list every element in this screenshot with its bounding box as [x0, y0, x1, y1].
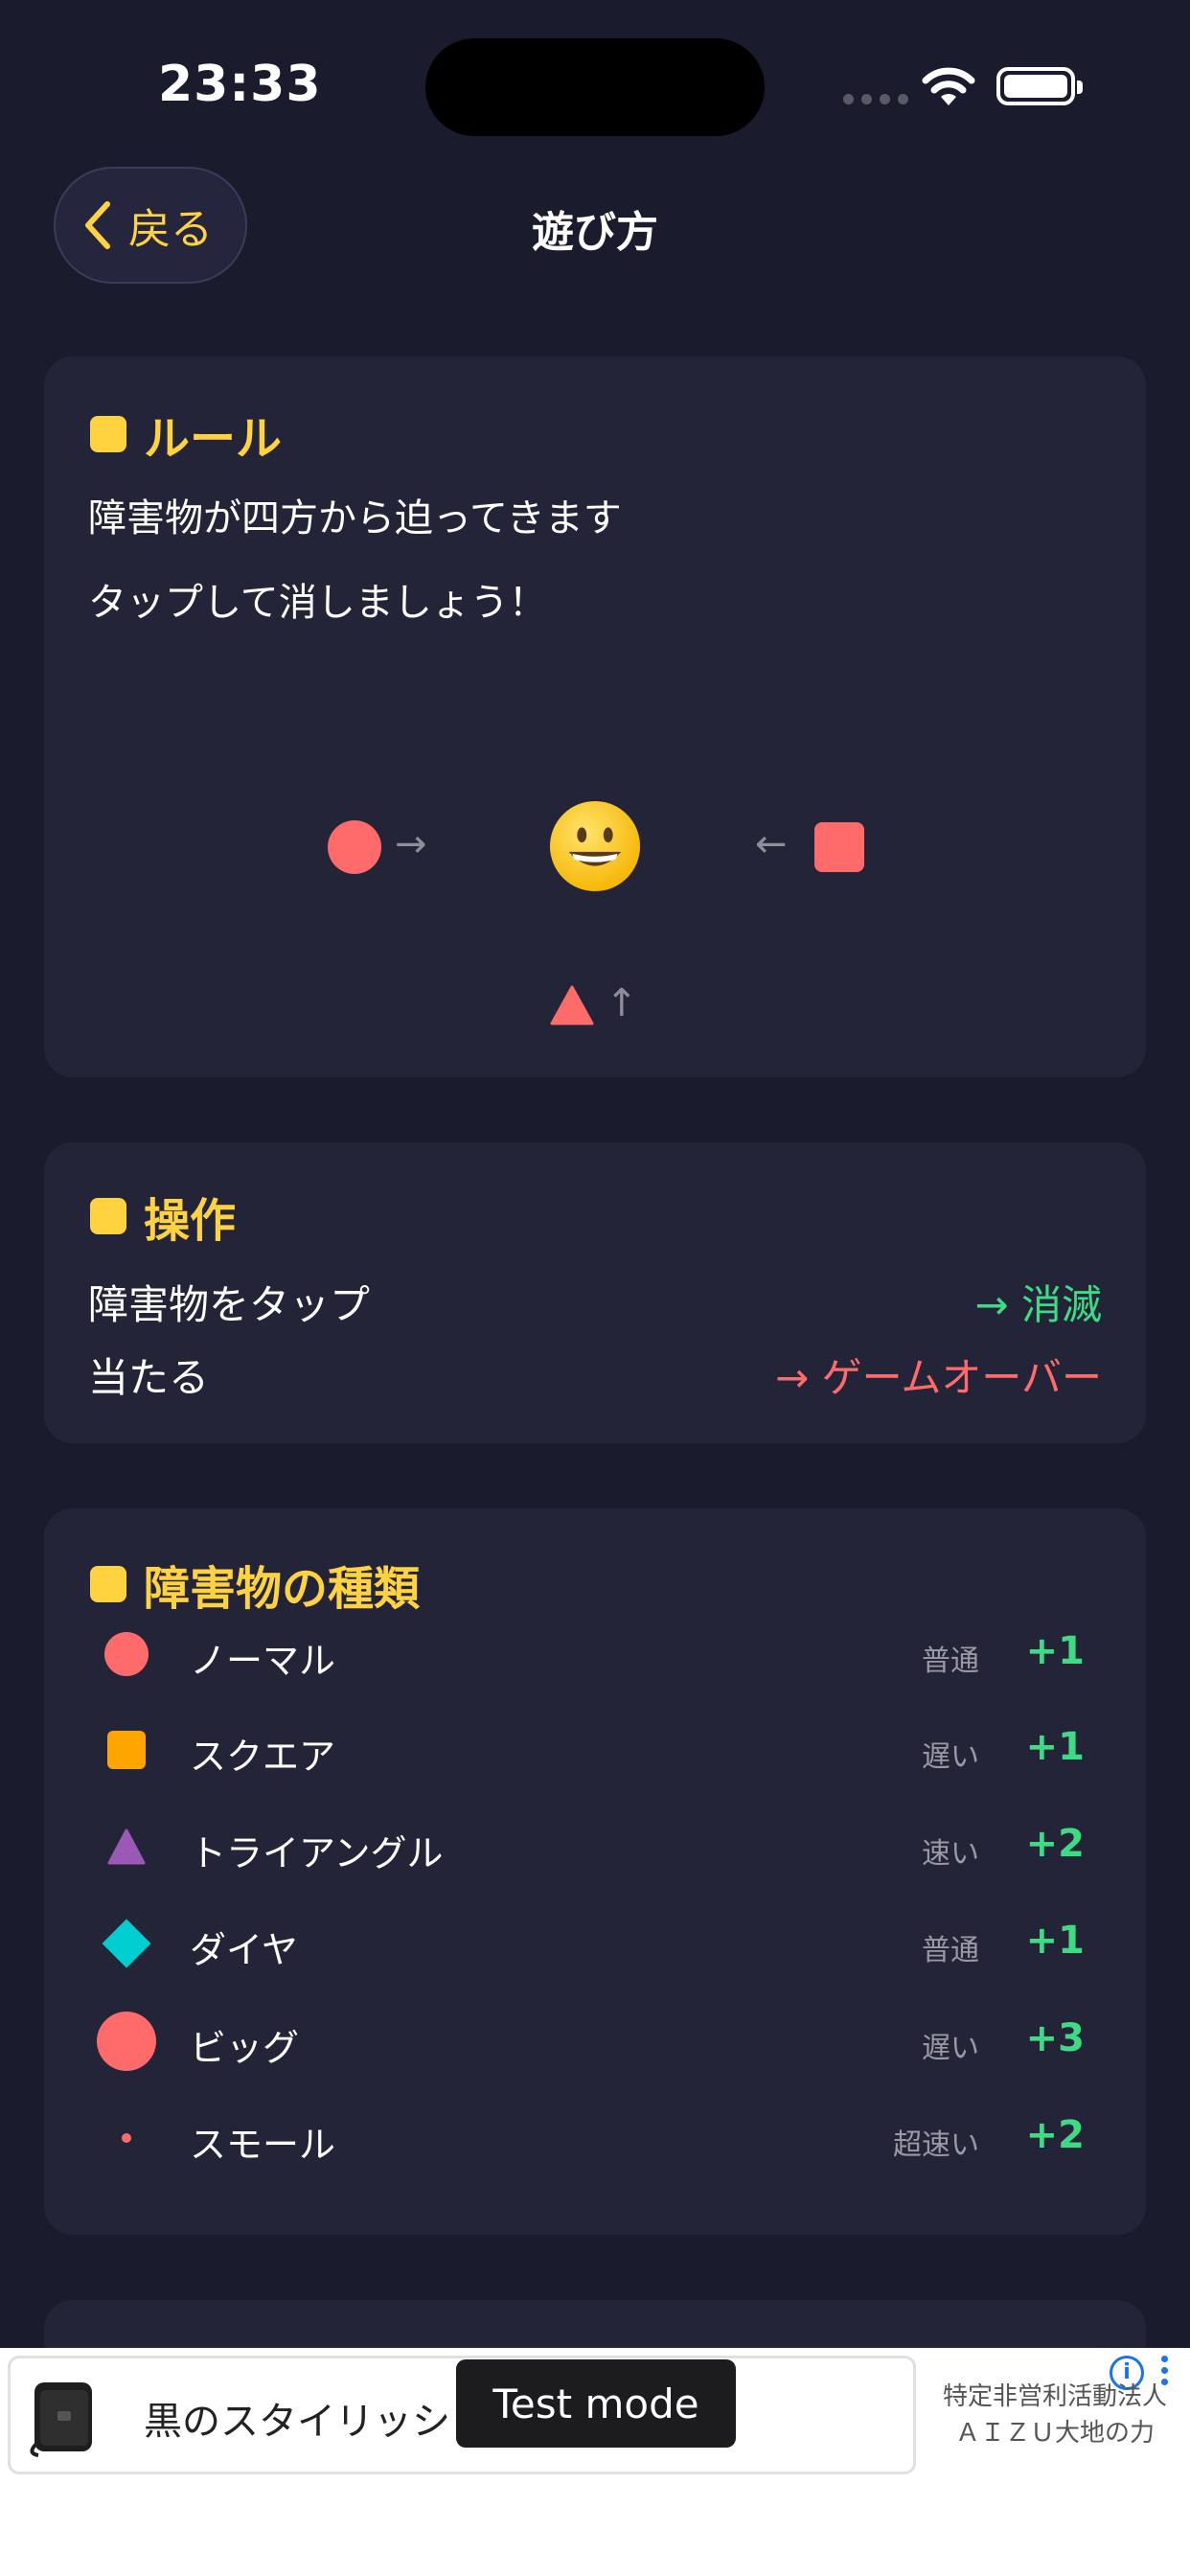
- rules-heading: ルール: [90, 401, 282, 468]
- obstacle-name: スクエア: [190, 1736, 336, 1778]
- cellular-signal-icon: [843, 94, 908, 104]
- obstacle-points: +1: [1025, 1919, 1085, 1963]
- obstacle-speed: 超速い: [893, 2128, 979, 2162]
- page-title: 遊び方: [532, 208, 658, 257]
- orange-square-icon: [107, 1731, 146, 1769]
- ad-headline[interactable]: 黒のスタイリッシュ: [144, 2390, 489, 2446]
- obstacle-name: ビッグ: [190, 2027, 300, 2069]
- cyan-diamond-icon: [102, 1919, 151, 1968]
- control-action-hit: 当たる: [88, 1354, 210, 1401]
- ad-advertiser[interactable]: 特定非営利活動法人 ＡＩＺＵ大地の力: [935, 2379, 1175, 2451]
- obstacle-name: ダイヤ: [190, 1929, 298, 1971]
- black-wallet-product-icon: [30, 2382, 92, 2457]
- wifi-icon: [922, 67, 975, 105]
- obstacle-speed: 普通: [922, 1644, 979, 1678]
- obstacle-speed: 遅い: [922, 1740, 979, 1774]
- obstacle-row-triangle: トライアングル 速い +2: [44, 1818, 1146, 1875]
- rules-line-1: 障害物が四方から迫ってきます: [88, 496, 622, 540]
- red-square-obstacle-icon: [814, 822, 864, 872]
- obstacle-name: ノーマル: [190, 1640, 336, 1682]
- obstacle-types-card: 障害物の種類 ノーマル 普通 +1 スクエア 遅い +1 トライアングル 速い …: [44, 1508, 1146, 2235]
- status-time: 23:33: [158, 56, 322, 113]
- red-circle-obstacle-icon: [328, 820, 381, 874]
- rules-heading-label: ルール: [144, 412, 283, 466]
- red-triangle-obstacle-icon: [550, 985, 594, 1025]
- obstacle-speed: 速い: [922, 1837, 979, 1871]
- rules-line-2: タップして消しましょう！: [88, 581, 547, 625]
- red-circle-icon: [104, 1632, 149, 1676]
- rules-card: ルール 障害物が四方から迫ってきます タップして消しましょう！ → ← ↑: [44, 356, 1146, 1077]
- obstacle-row-square: スクエア 遅い +1: [44, 1721, 1146, 1779]
- obstacle-points: +1: [1025, 1725, 1085, 1769]
- controls-heading: 操作: [90, 1183, 236, 1250]
- control-result-gameover: → ゲームオーバー: [775, 1354, 1102, 1401]
- controls-card: 操作 障害物をタップ → 消滅 当たる → ゲームオーバー: [44, 1142, 1146, 1443]
- big-red-circle-icon: [97, 2012, 156, 2071]
- advertiser-line-1: 特定非営利活動法人: [942, 2382, 1167, 2411]
- obstacle-points: +3: [1025, 2016, 1085, 2060]
- obstacle-points: +1: [1025, 1629, 1085, 1673]
- obstacle-types-heading-label: 障害物の種類: [144, 1562, 421, 1616]
- dynamic-island: [425, 38, 765, 136]
- obstacle-row-normal: ノーマル 普通 +1: [44, 1625, 1146, 1683]
- obstacle-row-small: スモール 超速い +2: [44, 2109, 1146, 2167]
- yellow-square-icon: [90, 1198, 126, 1234]
- yellow-square-icon: [90, 1566, 126, 1602]
- arrow-up-icon: ↑: [606, 981, 638, 1025]
- arrow-left-icon: ←: [755, 822, 788, 866]
- obstacle-name: トライアングル: [190, 1832, 444, 1874]
- obstacle-speed: 普通: [922, 1934, 979, 1967]
- small-red-dot-icon: [122, 2133, 131, 2143]
- battery-icon: [996, 67, 1083, 105]
- control-result-vanish: → 消滅: [974, 1281, 1102, 1328]
- yellow-square-icon: [90, 416, 126, 452]
- obstacle-types-heading: 障害物の種類: [90, 1551, 420, 1618]
- controls-heading-label: 操作: [144, 1194, 237, 1248]
- obstacle-name: スモール: [190, 2124, 336, 2166]
- smiling-face-icon: [549, 800, 641, 892]
- obstacle-speed: 遅い: [922, 2032, 979, 2065]
- advertiser-line-2: ＡＩＺＵ大地の力: [954, 2419, 1155, 2448]
- obstacle-points: +2: [1025, 1822, 1085, 1866]
- purple-triangle-icon: [107, 1828, 146, 1865]
- obstacle-points: +2: [1025, 2113, 1085, 2157]
- obstacle-row-big: ビッグ 遅い +3: [44, 2012, 1146, 2071]
- test-mode-badge: Test mode: [456, 2359, 736, 2448]
- obstacle-row-diamond: ダイヤ 普通 +1: [44, 1915, 1146, 1972]
- control-action-tap: 障害物をタップ: [88, 1281, 371, 1328]
- arrow-right-icon: →: [395, 822, 427, 866]
